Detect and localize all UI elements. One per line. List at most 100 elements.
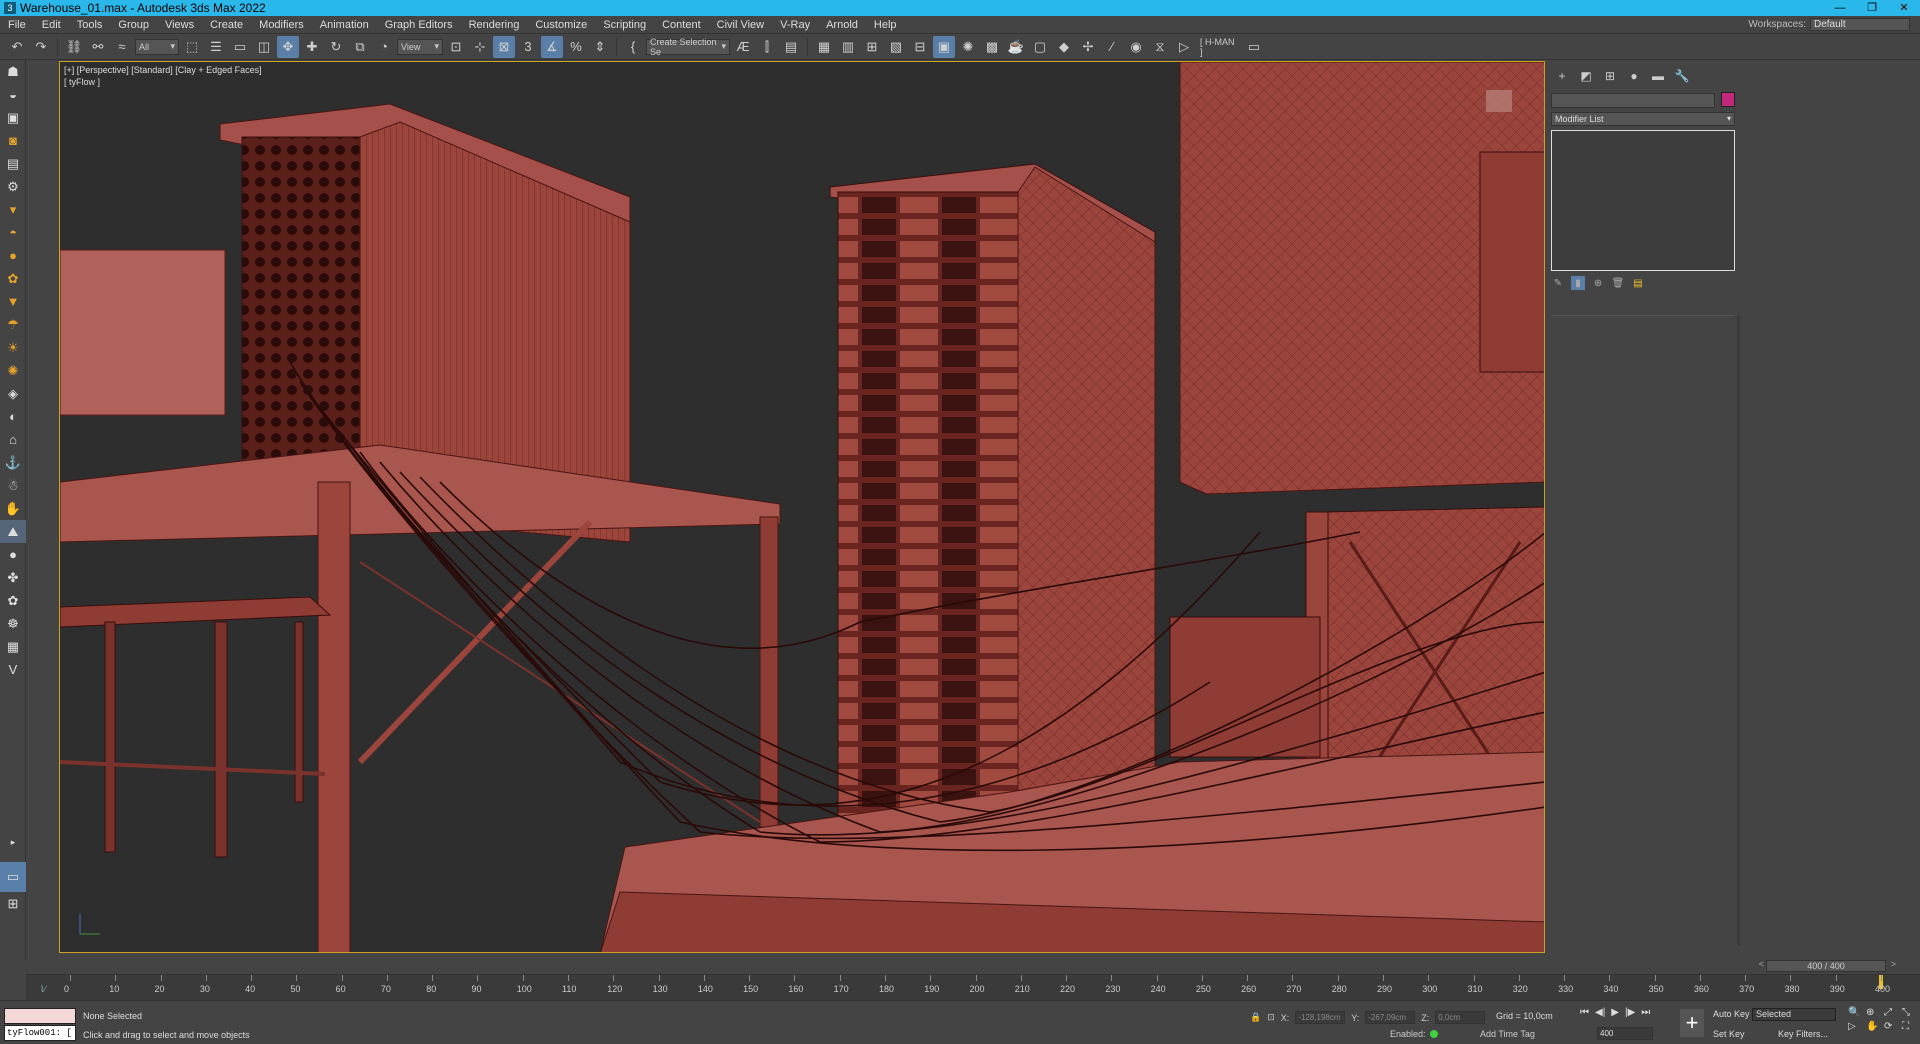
show-end-result-icon[interactable]: ▮ [1571, 276, 1585, 290]
zoom-icon[interactable]: 🔍 [1848, 1007, 1864, 1018]
cone-icon[interactable]: ▾ [0, 198, 26, 221]
modifier-list-dropdown[interactable]: Modifier List ▾ [1551, 112, 1735, 126]
select-rotate-icon[interactable]: ↻ [325, 36, 347, 58]
menu-rendering[interactable]: Rendering [461, 19, 528, 31]
selection-filter-dropdown[interactable]: All ▾ [135, 38, 179, 55]
teapot-icon[interactable]: ☗ [0, 60, 26, 83]
prev-frame-arrow[interactable]: < [1759, 959, 1764, 969]
geosphere-icon[interactable]: ● [0, 244, 26, 267]
viewport-layout-icon[interactable]: ▭ [0, 862, 26, 892]
angle-snap-icon[interactable]: ∡ [541, 35, 563, 58]
make-unique-icon[interactable]: ⊕ [1591, 276, 1605, 290]
bolt-icon[interactable]: ✿ [0, 589, 26, 612]
object-name-field[interactable] [1551, 93, 1715, 108]
percent-snap-icon[interactable]: % [565, 36, 587, 58]
enabled-dot-icon[interactable] [1429, 1030, 1438, 1038]
menu-customize[interactable]: Customize [527, 19, 595, 31]
z-field[interactable]: 0,0cm [1435, 1011, 1486, 1024]
redo-icon[interactable]: ↷ [30, 36, 52, 58]
menu-content[interactable]: Content [654, 19, 709, 31]
bind-spacewarp-icon[interactable]: ≈ [111, 36, 133, 58]
spot-light-icon[interactable]: ▼ [0, 290, 26, 313]
snaps-toggle-icon[interactable]: 3 [517, 36, 539, 58]
undo-icon[interactable]: ↶ [6, 36, 28, 58]
key-filters-button[interactable]: Key Filters... [1778, 1029, 1828, 1039]
select-move-icon[interactable]: ✥ [277, 35, 299, 58]
edit-named-sets-icon[interactable]: { [622, 36, 644, 58]
minimize-button[interactable]: — [1824, 0, 1856, 16]
x-field[interactable]: -128,198cm [1295, 1011, 1346, 1024]
torus-icon[interactable]: ◓ [0, 221, 26, 244]
select-rotate-icon[interactable]: ✚ [301, 36, 323, 58]
add-time-tag[interactable]: Add Time Tag [1480, 1029, 1535, 1039]
auto-key-button[interactable]: Auto Key [1713, 1009, 1750, 1019]
menu-modifiers[interactable]: Modifiers [251, 19, 312, 31]
preview-icon[interactable]: ⧖ [1149, 36, 1171, 58]
close-button[interactable]: ✕ [1888, 0, 1920, 16]
menu-civil-view[interactable]: Civil View [709, 19, 772, 31]
sphere-modifier-icon[interactable]: ◐ [0, 405, 26, 428]
rect-region-icon[interactable]: ▭ [229, 36, 251, 58]
go-to-end-icon[interactable]: ⏭ [1641, 1007, 1650, 1018]
system-icon[interactable]: ⚓ [0, 451, 26, 474]
next-frame-icon[interactable]: |▶ [1625, 1007, 1635, 1018]
toggle-ribbon-icon[interactable]: ▥ [837, 36, 859, 58]
viewport-layout-grid-icon[interactable]: ⊞ [0, 892, 26, 915]
viewcube[interactable] [1486, 90, 1512, 112]
sun-icon[interactable]: ☂ [0, 313, 26, 336]
next-frame-arrow[interactable]: > [1891, 959, 1896, 969]
object-color-swatch[interactable] [1721, 92, 1735, 107]
helper-icon[interactable]: ⌂ [0, 428, 26, 451]
light-icon[interactable]: ⚙ [0, 175, 26, 198]
field-of-view-icon[interactable]: ▷ [1848, 1021, 1864, 1032]
lock-selection-icon[interactable]: 🔒 [1250, 1012, 1261, 1023]
rendered-frame-icon[interactable]: ▩ [981, 36, 1003, 58]
absolute-mode-icon[interactable]: ⊡ [1267, 1012, 1275, 1023]
dope-sheet-icon[interactable]: ⊟ [909, 36, 931, 58]
chain-icon[interactable]: ☸ [0, 612, 26, 635]
link-icon[interactable]: ⛓ [63, 36, 85, 58]
select-object-icon[interactable]: ⬚ [181, 36, 203, 58]
window-crossing-icon[interactable]: ◫ [253, 36, 275, 58]
select-by-name-icon[interactable]: ☰ [205, 36, 227, 58]
set-key-icon[interactable]: + [1680, 1009, 1704, 1037]
sky-icon[interactable]: ☀ [0, 336, 26, 359]
spacewarp-icon[interactable]: ✺ [0, 359, 26, 382]
zoom-extents-all-icon[interactable]: ⤡ [1902, 1007, 1918, 1018]
select-scale-icon[interactable]: ⧉ [349, 36, 371, 58]
maxscript-listener-output[interactable] [4, 1008, 76, 1024]
align-icon[interactable]: ▤ [780, 36, 802, 58]
render-setup-icon[interactable]: ✺ [957, 36, 979, 58]
menu-graph-editors[interactable]: Graph Editors [377, 19, 461, 31]
vray-render-icon[interactable]: ▢ [1029, 36, 1051, 58]
menu-help[interactable]: Help [866, 19, 905, 31]
set-key-button[interactable]: Set Key [1713, 1029, 1745, 1039]
time-slider[interactable]: 400 / 400 [1766, 960, 1886, 972]
omni-light-icon[interactable]: ✿ [0, 267, 26, 290]
maxscript-listener-input[interactable]: tyFlow001: [ [4, 1025, 76, 1041]
menu-scripting[interactable]: Scripting [595, 19, 654, 31]
globe-tool-icon[interactable]: ◉ [1125, 36, 1147, 58]
modifier-stack[interactable] [1551, 130, 1735, 271]
scatter-icon[interactable]: ✤ [0, 566, 26, 589]
schematic-view-icon[interactable]: ▧ [885, 36, 907, 58]
menu-group[interactable]: Group [110, 19, 157, 31]
perspective-viewport[interactable]: [+] [Perspective] [Standard] [Clay + Edg… [59, 61, 1545, 953]
motion-tab-icon[interactable]: ● [1624, 67, 1644, 85]
zoom-extents-icon[interactable]: ⤢ [1884, 1007, 1900, 1018]
box-icon[interactable]: ▤ [0, 152, 26, 175]
orbit-icon[interactable]: ⟳ [1884, 1021, 1900, 1032]
previous-frame-icon[interactable]: ◀| [1595, 1007, 1605, 1018]
hierarchy-tab-icon[interactable]: ⊞ [1600, 67, 1620, 85]
key-mode-dropdown[interactable]: Selected [1752, 1008, 1836, 1021]
unlink-icon[interactable]: ⚯ [87, 36, 109, 58]
sphere-icon[interactable]: ◒ [0, 83, 26, 106]
expand-arrow-icon[interactable]: ▸ [0, 831, 26, 854]
place-icon[interactable]: ◔ [373, 36, 395, 58]
named-selection-sets-dropdown[interactable]: Create Selection Se ▾ [646, 37, 730, 57]
mini-curve-icon[interactable]: ⌇∕ [40, 984, 46, 995]
render-icon[interactable]: ☕ [1005, 36, 1027, 58]
vfb-icon[interactable]: ◆ [1053, 36, 1075, 58]
current-frame-input[interactable]: 400 [1597, 1027, 1653, 1040]
menu-create[interactable]: Create [202, 19, 251, 31]
